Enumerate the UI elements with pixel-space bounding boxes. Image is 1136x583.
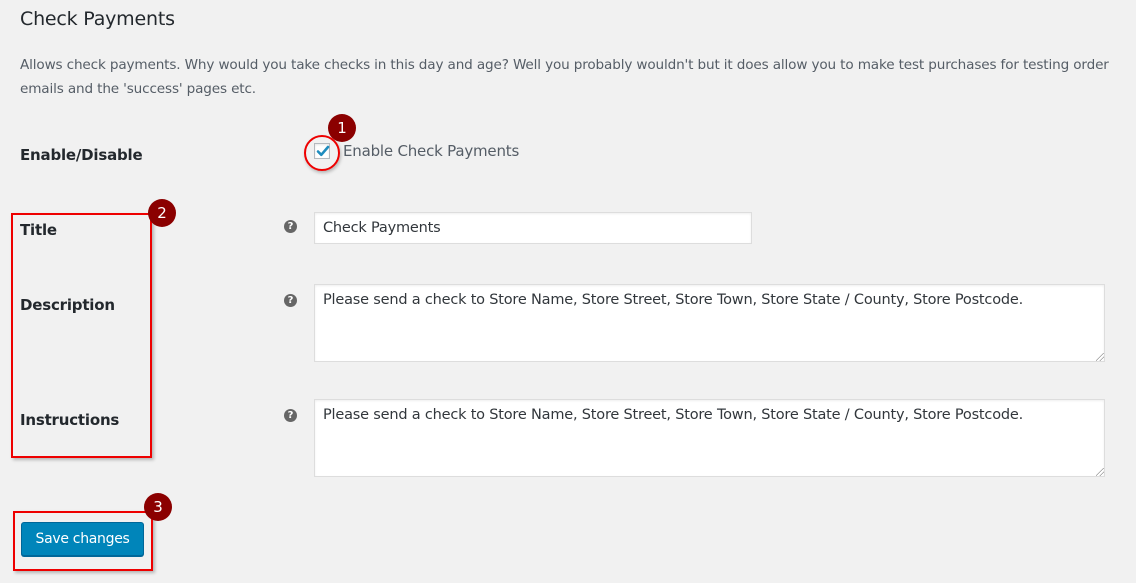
instructions-help-icon[interactable]: ?	[284, 409, 297, 422]
annotation-badge-2: 2	[148, 199, 176, 227]
description-textarea[interactable]: Please send a check to Store Name, Store…	[314, 284, 1105, 362]
instructions-textarea-wrapper: Please send a check to Store Name, Store…	[314, 399, 1105, 477]
instructions-textarea[interactable]: Please send a check to Store Name, Store…	[314, 399, 1105, 477]
enable-check-payments-label[interactable]: Enable Check Payments	[343, 142, 519, 160]
annotation-badge-3: 3	[144, 493, 172, 521]
section-description: Allows check payments. Why would you tak…	[20, 57, 1109, 97]
resize-handle-icon[interactable]	[1096, 353, 1104, 361]
enable-disable-label: Enable/Disable	[20, 146, 143, 164]
title-help-icon[interactable]: ?	[284, 220, 297, 233]
resize-handle-icon[interactable]	[1096, 468, 1104, 476]
description-help-icon[interactable]: ?	[284, 294, 297, 307]
description-textarea-wrapper: Please send a check to Store Name, Store…	[314, 284, 1105, 362]
highlight-rect-save	[13, 511, 153, 571]
highlight-rect-labels	[11, 213, 152, 458]
annotation-badge-1: 1	[328, 114, 356, 142]
title-input[interactable]	[314, 212, 752, 244]
section-title: Check Payments	[20, 8, 175, 30]
